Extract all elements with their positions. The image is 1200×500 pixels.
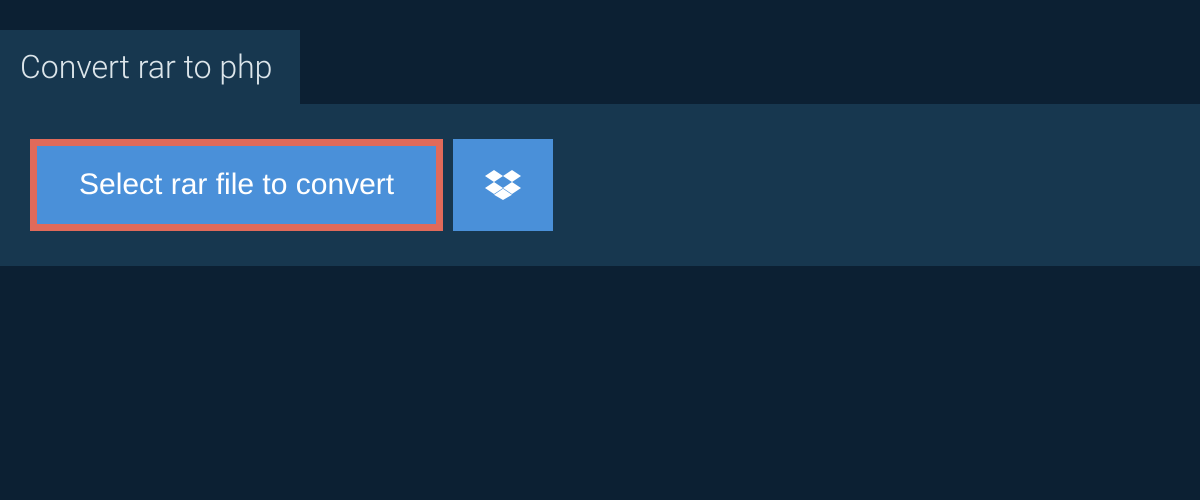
select-file-button[interactable]: Select rar file to convert	[30, 139, 443, 231]
upload-panel: Select rar file to convert	[0, 104, 1200, 266]
dropbox-button[interactable]	[453, 139, 553, 231]
button-row: Select rar file to convert	[30, 139, 1170, 231]
select-file-label: Select rar file to convert	[79, 168, 394, 202]
active-tab[interactable]: Convert rar to php	[0, 30, 300, 104]
tab-title: Convert rar to php	[20, 48, 272, 86]
dropbox-icon	[485, 167, 521, 203]
